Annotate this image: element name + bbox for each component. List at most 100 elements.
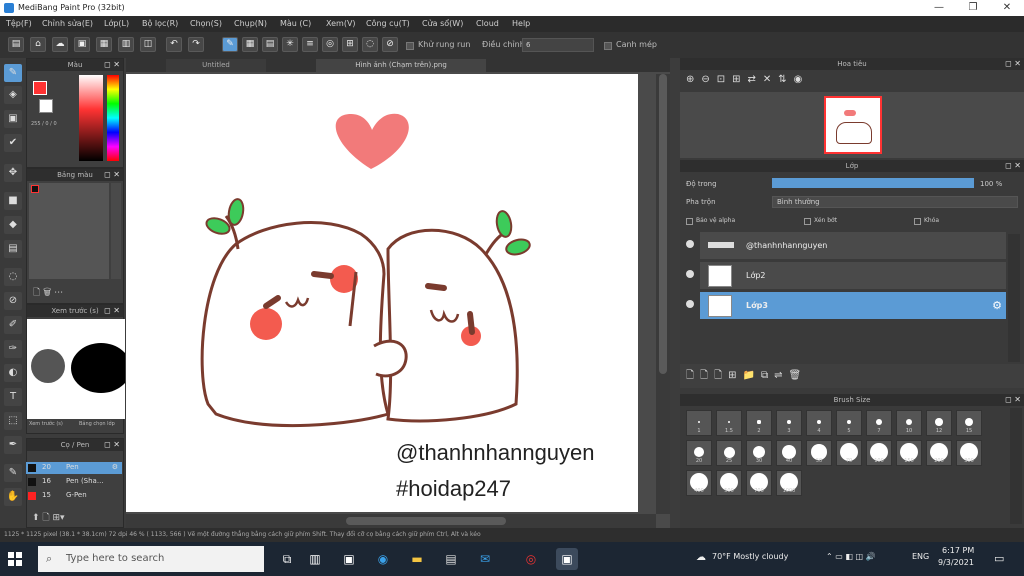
menu-layer[interactable]: Lớp(L)	[104, 19, 129, 28]
brush-size-option[interactable]: 150	[896, 440, 922, 466]
brush-size-option[interactable]: 1000	[776, 470, 802, 496]
brush-size-option[interactable]: 2	[746, 410, 772, 436]
select-eraser-icon[interactable]: ✑	[4, 340, 22, 358]
tray-icons[interactable]: ⌃ ▭ ◧ ◫ 🔊	[826, 552, 876, 561]
layer-row[interactable]: Lớp2	[686, 262, 1006, 290]
drawing-canvas[interactable]: @thanhnhannguyen #hoidap247	[126, 74, 638, 512]
edge-icon[interactable]: ◉	[372, 548, 394, 570]
brush-size-option[interactable]: 40	[776, 440, 802, 466]
ruler-icon[interactable]: ▦	[242, 37, 258, 52]
snap-icon[interactable]: ▤	[262, 37, 278, 52]
meet-icon[interactable]: ▣	[338, 548, 360, 570]
medibang-icon[interactable]: ▣	[556, 548, 578, 570]
menu-filter[interactable]: Bộ lọc(R)	[142, 19, 178, 28]
eraser-tool-icon[interactable]: ◈	[4, 86, 22, 104]
chrome-icon[interactable]: ◎	[520, 548, 542, 570]
parallel-icon[interactable]: ≡	[302, 37, 318, 52]
undo-icon[interactable]: ↶	[166, 37, 182, 52]
language-indicator[interactable]: ENG	[912, 552, 929, 561]
text-tool-icon[interactable]: T	[4, 388, 22, 406]
layers-icon[interactable]: ▥	[118, 37, 134, 52]
palette-swatches[interactable]	[29, 183, 109, 279]
menu-window[interactable]: Cửa sổ(W)	[422, 19, 463, 28]
radial-icon[interactable]: ✳	[282, 37, 298, 52]
eye-icon[interactable]	[686, 300, 694, 308]
brush-size-option[interactable]: 1.5	[716, 410, 742, 436]
home-icon[interactable]: ⌂	[30, 37, 46, 52]
saturation-box[interactable]	[79, 75, 103, 161]
gear-icon[interactable]: ⚙	[992, 299, 1002, 312]
brush-size-option[interactable]: 3	[776, 410, 802, 436]
preview-tab-1[interactable]: Xem trước (s)	[29, 421, 63, 427]
pen-mode-icon[interactable]: ✎	[222, 37, 238, 52]
widgets-icon[interactable]: ▥	[304, 548, 326, 570]
brush-size-option[interactable]: 30	[746, 440, 772, 466]
brush-size-option[interactable]: 4	[806, 410, 832, 436]
gradient-tool-icon[interactable]: ▤	[4, 240, 22, 258]
secondary-color-swatch[interactable]	[39, 99, 53, 113]
brush-size-scrollbar[interactable]	[1010, 408, 1022, 524]
fill-tool-icon[interactable]: ■	[4, 192, 22, 210]
brush-size-option[interactable]: 500	[716, 470, 742, 496]
panel-close-icon[interactable]: ◻ ✕	[1005, 160, 1021, 172]
grid-checkbox[interactable]	[604, 42, 612, 50]
primary-color-swatch[interactable]	[33, 81, 47, 95]
eye-icon[interactable]	[686, 240, 694, 248]
hand-tool-icon[interactable]: ✋	[4, 488, 22, 506]
palette-scrollbar[interactable]	[111, 183, 121, 279]
move-tool-icon[interactable]: ✥	[4, 164, 22, 182]
lasso-tool-icon[interactable]: ◌	[4, 268, 22, 286]
stabilizer-checkbox[interactable]	[406, 42, 414, 50]
protect-alpha-checkbox[interactable]	[686, 218, 693, 225]
brush-size-option[interactable]: 25	[716, 440, 742, 466]
menu-cloud[interactable]: Cloud	[476, 19, 499, 28]
blend-select[interactable]: Bình thường	[772, 196, 1018, 208]
brush-size-option[interactable]: 15	[956, 410, 982, 436]
eye-icon[interactable]	[686, 270, 694, 278]
navigator-tools-icon[interactable]: ⊕⊖⊡⊞⇄✕⇅◉	[686, 74, 809, 85]
vertical-scroll-thumb[interactable]	[659, 74, 667, 374]
horizontal-scrollbar[interactable]	[126, 514, 656, 528]
panel-close-icon[interactable]: ◻ ✕	[1005, 394, 1021, 406]
brush-item-gpen[interactable]: 15 G-Pen	[26, 490, 122, 502]
menu-help[interactable]: Help	[512, 19, 530, 28]
weather-icon[interactable]: ☁	[696, 552, 706, 563]
image-icon[interactable]: ▣	[74, 37, 90, 52]
brush-size-option[interactable]: 200	[926, 440, 952, 466]
file-explorer-icon[interactable]: ▬	[406, 548, 428, 570]
menu-view[interactable]: Xem(V)	[326, 19, 356, 28]
brush-actions-icon[interactable]: ⬆ 🗋 ⊞▾	[32, 510, 65, 526]
task-view-icon[interactable]: ⧉	[276, 548, 298, 570]
horizontal-scroll-thumb[interactable]	[346, 517, 506, 525]
menu-snap[interactable]: Chụp(N)	[234, 19, 267, 28]
zoom-tool-icon[interactable]: ✎	[4, 464, 22, 482]
select-pen-icon[interactable]: ✐	[4, 316, 22, 334]
menu-select[interactable]: Chọn(S)	[190, 19, 222, 28]
eyedropper-tool-icon[interactable]: ✒	[4, 436, 22, 454]
divide-tool-icon[interactable]: ◐	[4, 364, 22, 382]
magic-wand-icon[interactable]: ⊘	[4, 292, 22, 310]
panel-close-icon[interactable]: ◻ ✕	[104, 439, 120, 451]
brush-size-option[interactable]: 300	[956, 440, 982, 466]
taskbar-search-input[interactable]: Type here to search	[38, 546, 264, 572]
brush-size-option[interactable]: 10	[896, 410, 922, 436]
doc-tab-image[interactable]: Hình ảnh (Chạm trên).png	[316, 59, 486, 72]
layer-scrollbar[interactable]	[1008, 234, 1020, 362]
panel-close-icon[interactable]: ◻ ✕	[104, 305, 120, 317]
notification-icon[interactable]: ▭	[994, 552, 1004, 565]
menu-tools[interactable]: Công cụ(T)	[366, 19, 410, 28]
dot-tool-icon[interactable]: ▣	[4, 110, 22, 128]
off-icon[interactable]: ⊘	[382, 37, 398, 52]
brush-size-option[interactable]: 12	[926, 410, 952, 436]
select-tool-icon[interactable]: ✔	[4, 134, 22, 152]
bucket-tool-icon[interactable]: ◆	[4, 216, 22, 234]
doc-tab-untitled[interactable]: Untitled	[166, 59, 266, 72]
menu-color[interactable]: Màu (C)	[280, 19, 311, 28]
circle-snap-icon[interactable]: ◎	[322, 37, 338, 52]
store-icon[interactable]: ▤	[440, 548, 462, 570]
brush-tool-icon[interactable]: ✎	[4, 64, 22, 82]
minimize-icon[interactable]: —	[922, 0, 956, 16]
grid-icon[interactable]: ▦	[96, 37, 112, 52]
brush-size-option[interactable]: 20	[686, 440, 712, 466]
curve-icon[interactable]: ◌	[362, 37, 378, 52]
